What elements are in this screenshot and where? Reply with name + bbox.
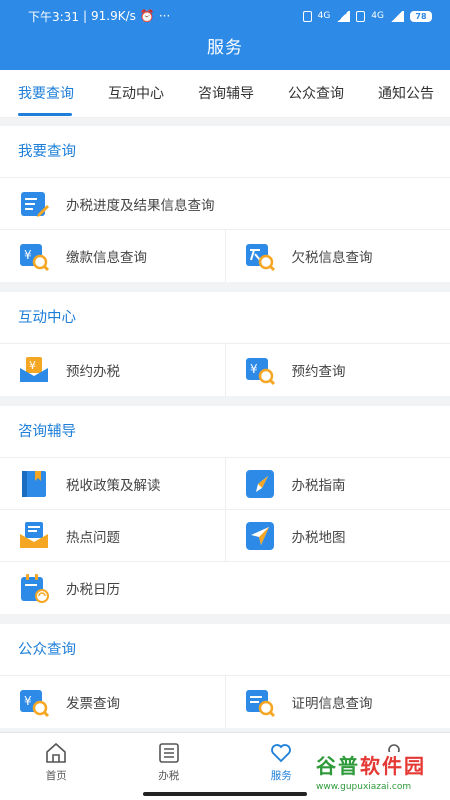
item-label: 办税日历 bbox=[66, 582, 120, 598]
compass-icon bbox=[245, 469, 274, 498]
document-edit-icon bbox=[21, 191, 49, 217]
calendar-icon bbox=[21, 574, 49, 603]
tab-notices[interactable]: 通知公告 bbox=[360, 70, 450, 117]
item-label: 预约办税 bbox=[66, 364, 120, 380]
item-label: 办税指南 bbox=[291, 477, 346, 494]
svg-text:¥: ¥ bbox=[24, 694, 32, 708]
svg-text:¥: ¥ bbox=[250, 362, 258, 376]
item-label: 热点问题 bbox=[66, 529, 120, 546]
item-label: 缴款信息查询 bbox=[66, 250, 147, 266]
section-title: 互动中心 bbox=[0, 292, 450, 344]
mail-icon bbox=[20, 521, 48, 548]
item-tax-map[interactable]: 办税地图 bbox=[224, 510, 450, 561]
item-label: 证明信息查询 bbox=[291, 696, 373, 712]
tab-my-query[interactable]: 我要查询 bbox=[0, 70, 90, 117]
tab-bar: 我要查询 互动中心 咨询辅导 公众查询 通知公告 bbox=[0, 70, 450, 118]
svg-text:¥: ¥ bbox=[24, 248, 32, 262]
item-hot-questions[interactable]: 热点问题 bbox=[0, 510, 225, 561]
section-title: 公众查询 bbox=[0, 624, 450, 676]
section-my-query: 我要查询 办税进度及结果信息查询 ¥ 缴款信息查询 欠税信息查询 bbox=[0, 126, 450, 282]
item-invoice-query[interactable]: ¥ 发票查询 bbox=[0, 676, 225, 728]
alarm-icon: ⏰ bbox=[139, 9, 155, 23]
item-tax-policy[interactable]: 税收政策及解读 bbox=[0, 458, 225, 509]
nav-home[interactable]: 首页 bbox=[0, 733, 113, 800]
tab-public-query[interactable]: 公众查询 bbox=[270, 70, 360, 117]
header-bar: 下午3:31 | 91.9K/s ⏰ ··· 4G 4G 78 服务 bbox=[0, 0, 450, 70]
watermark-url: www.gupuxiazai.com bbox=[316, 782, 412, 792]
section-interaction-center: 互动中心 ¥ 预约办税 ¥ 预约查询 bbox=[0, 292, 450, 396]
item-appointment-query[interactable]: ¥ 预约查询 bbox=[224, 344, 450, 396]
signal-icon bbox=[390, 10, 404, 22]
signal-icon bbox=[336, 10, 351, 22]
section-title: 咨询辅导 bbox=[0, 406, 450, 458]
item-label: 欠税信息查询 bbox=[291, 250, 373, 266]
appointment-search-icon: ¥ bbox=[245, 358, 275, 386]
invoice-search-icon: ¥ bbox=[20, 690, 50, 718]
certificate-search-icon bbox=[245, 690, 275, 718]
book-icon bbox=[22, 470, 46, 497]
heart-icon bbox=[271, 744, 292, 763]
watermark-logo: 谷普软件园 www.gupuxiazai.com bbox=[312, 752, 450, 800]
item-label: 预约查询 bbox=[291, 364, 346, 380]
nav-label: 服务 bbox=[270, 770, 292, 782]
item-tax-arrears-query[interactable]: 欠税信息查询 bbox=[224, 230, 450, 282]
status-speed: 91.9K/s bbox=[91, 9, 136, 23]
nav-tax-handling[interactable]: 办税 bbox=[113, 733, 226, 800]
service-list: 我要查询 办税进度及结果信息查询 ¥ 缴款信息查询 欠税信息查询 互动中心 ¥ … bbox=[0, 126, 450, 738]
status-time: 下午3:31 bbox=[28, 9, 79, 24]
nav-label: 办税 bbox=[158, 770, 180, 782]
item-label: 办税进度及结果信息查询 bbox=[66, 197, 215, 214]
tab-interaction-center[interactable]: 互动中心 bbox=[90, 70, 180, 117]
item-tax-calendar[interactable]: 办税日历 bbox=[0, 562, 450, 614]
list-icon bbox=[158, 743, 179, 763]
sim1-icon bbox=[302, 10, 312, 22]
section-public-query: 公众查询 ¥ 发票查询 证明信息查询 bbox=[0, 624, 450, 728]
item-book-tax-appointment[interactable]: ¥ 预约办税 bbox=[0, 344, 225, 396]
item-tax-progress-query[interactable]: 办税进度及结果信息查询 bbox=[0, 178, 450, 229]
item-payment-query[interactable]: ¥ 缴款信息查询 bbox=[0, 230, 225, 282]
item-label: 税收政策及解读 bbox=[66, 477, 161, 494]
item-certificate-query[interactable]: 证明信息查询 bbox=[224, 676, 450, 728]
page-title: 服务 bbox=[207, 38, 243, 58]
section-consulting: 咨询辅导 税收政策及解读 办税指南 热点问题 办税地图 办税日历 bbox=[0, 406, 450, 614]
arrears-search-icon bbox=[245, 244, 275, 272]
navigation-icon bbox=[245, 521, 274, 550]
item-tax-guide[interactable]: 办税指南 bbox=[224, 458, 450, 509]
network-type-1: 4G bbox=[317, 11, 331, 21]
tab-consulting[interactable]: 咨询辅导 bbox=[180, 70, 270, 117]
status-bar: 下午3:31 | 91.9K/s ⏰ ··· 4G 4G 78 bbox=[0, 0, 450, 32]
home-icon bbox=[46, 742, 67, 763]
appointment-icon: ¥ bbox=[20, 357, 48, 382]
network-type-2: 4G bbox=[371, 11, 384, 21]
sim2-icon bbox=[356, 10, 366, 22]
more-status-icon: ··· bbox=[158, 9, 171, 23]
section-title: 我要查询 bbox=[0, 126, 450, 178]
item-label: 发票查询 bbox=[66, 696, 120, 712]
nav-label: 首页 bbox=[45, 770, 67, 782]
item-label: 办税地图 bbox=[291, 529, 346, 546]
battery-icon: 78 bbox=[410, 10, 432, 22]
home-indicator bbox=[143, 792, 307, 796]
payment-search-icon: ¥ bbox=[20, 244, 50, 272]
svg-text:¥: ¥ bbox=[29, 359, 36, 372]
